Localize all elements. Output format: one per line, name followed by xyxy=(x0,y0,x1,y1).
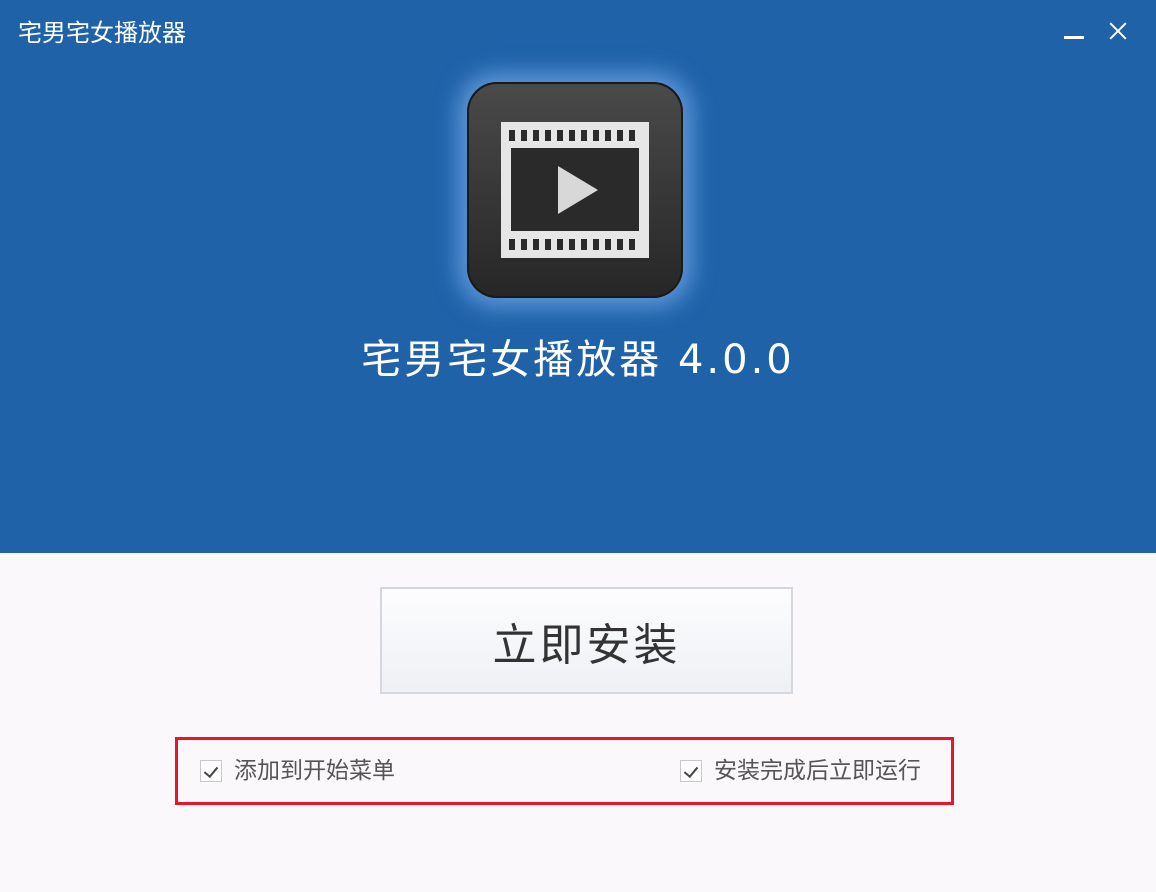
option-run-after-install[interactable]: 安装完成后立即运行 xyxy=(680,756,921,786)
window-title: 宅男宅女播放器 xyxy=(18,19,186,47)
option-add-start-menu[interactable]: 添加到开始菜单 xyxy=(200,756,395,786)
close-button[interactable] xyxy=(1103,14,1135,48)
minimize-button[interactable] xyxy=(1058,14,1090,48)
option-label: 安装完成后立即运行 xyxy=(714,758,921,784)
product-title: 宅男宅女播放器 4.0.0 xyxy=(361,337,795,383)
checkbox-run-after-install[interactable] xyxy=(680,760,702,782)
option-label: 添加到开始菜单 xyxy=(234,758,395,784)
checkbox-add-start-menu[interactable] xyxy=(200,760,222,782)
install-button[interactable]: 立即安装 xyxy=(380,587,793,694)
install-options: 添加到开始菜单 安装完成后立即运行 xyxy=(175,737,954,805)
header-panel: 宅男宅女播放器 宅男宅女播放器 4.0.0 xyxy=(0,0,1156,553)
film-play-icon xyxy=(467,82,683,298)
